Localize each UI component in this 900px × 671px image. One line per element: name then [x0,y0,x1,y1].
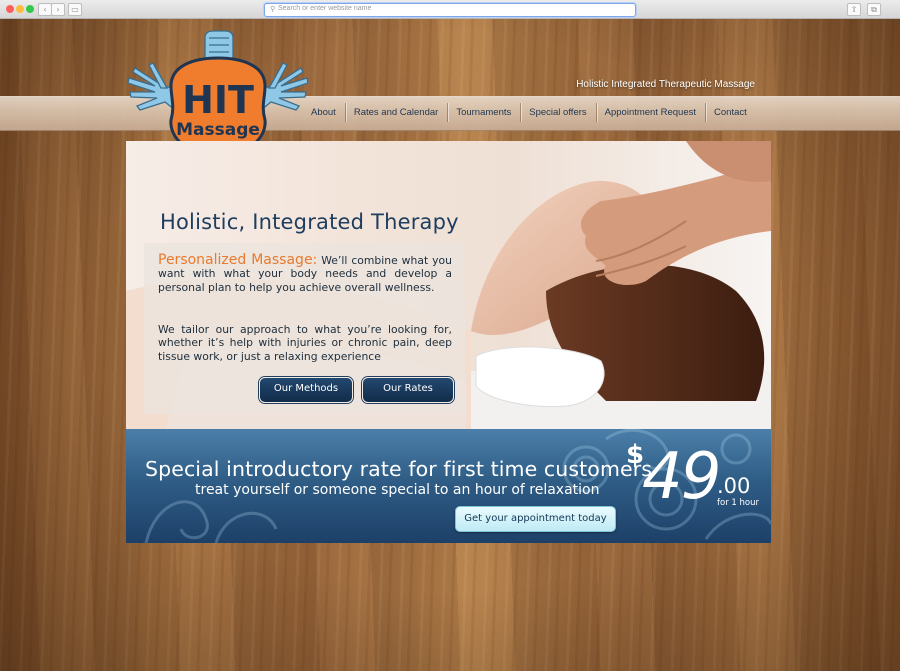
logo-text-massage: Massage [176,120,260,140]
forward-button[interactable]: › [51,3,65,16]
close-window-icon[interactable] [6,5,14,13]
back-button[interactable]: ‹ [38,3,52,16]
promo-headline: Special introductory rate for first time… [145,457,653,481]
tabs-overview-icon[interactable]: ⧉ [867,3,881,16]
share-icon[interactable]: ⇧ [847,3,861,16]
our-rates-button[interactable]: Our Rates [362,377,454,403]
nav-item-special-offers[interactable]: Special offers [520,96,595,129]
main-nav: About Rates and Calendar Tournaments Spe… [302,96,756,129]
search-icon: ⚲ [270,5,276,13]
sidebar-toggle-icon[interactable]: ▭ [68,3,82,16]
price-amount: 49 [642,440,721,514]
zoom-window-icon[interactable] [26,5,34,13]
hero-title: Holistic, Integrated Therapy [160,210,459,234]
our-methods-button[interactable]: Our Methods [259,377,353,403]
browser-toolbar: ‹ › ▭ ⚲ Search or enter website name ⇧ ⧉ [0,0,900,19]
site-tagline: Holistic Integrated Therapeutic Massage [576,79,755,90]
address-bar[interactable]: ⚲ Search or enter website name [264,3,636,17]
minimize-window-icon[interactable] [16,5,24,13]
get-appointment-button[interactable]: Get your appointment today [455,506,616,532]
hero-paragraph-2: We tailor our approach to what you’re lo… [158,323,452,363]
hero-lead: Personalized Massage: [158,252,318,268]
hero-paragraph-1: Personalized Massage: We’ll combine what… [158,252,452,294]
price-unit: for 1 hour [717,498,759,508]
price-cents: .00 [717,474,751,498]
nav-item-contact[interactable]: Contact [705,96,756,129]
site-logo[interactable]: HIT Massage [125,28,311,158]
nav-item-appointment-request[interactable]: Appointment Request [595,96,705,129]
nav-item-tournaments[interactable]: Tournaments [447,96,520,129]
nav-item-rates-calendar[interactable]: Rates and Calendar [344,96,448,129]
promo-subline: treat yourself or someone special to an … [195,482,600,498]
logo-text-hit: HIT [182,78,254,122]
address-placeholder: Search or enter website name [278,5,372,12]
